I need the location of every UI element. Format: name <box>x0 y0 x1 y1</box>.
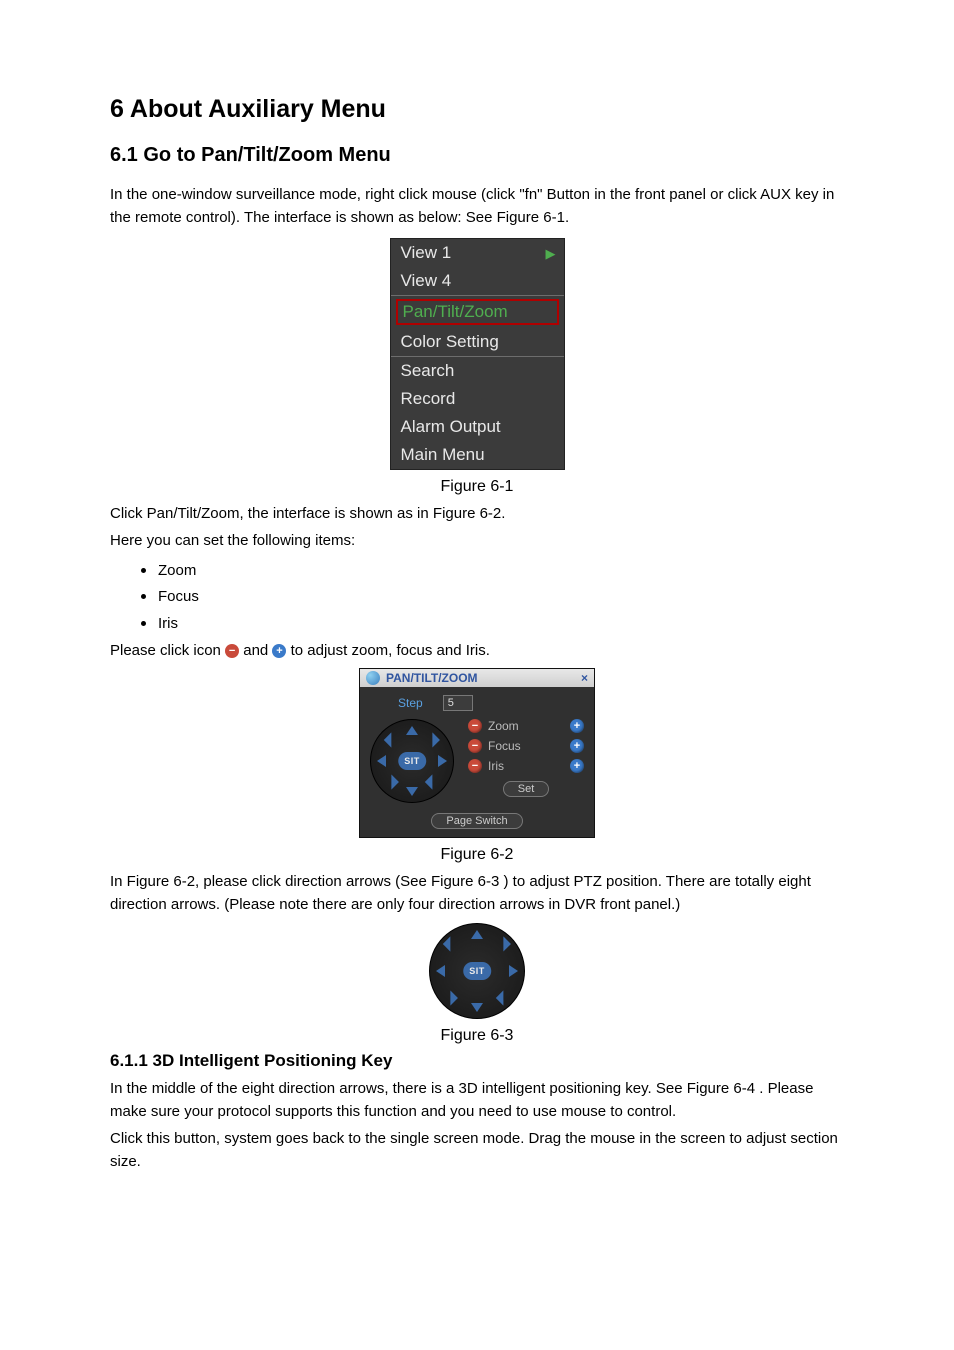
direction-pad-figure: ◤ ◥ ◣ ◢ SIT <box>429 923 525 1019</box>
ctx-label: View 4 <box>401 271 452 290</box>
list-item-zoom: Zoom <box>158 556 844 582</box>
heading-subsection: 6.1.1 3D Intelligent Positioning Key <box>110 1051 844 1071</box>
list-item-focus: Focus <box>158 582 844 608</box>
arrow-downright[interactable]: ◢ <box>425 774 443 792</box>
iris-plus-button[interactable]: + <box>570 759 584 773</box>
arrow-down[interactable] <box>471 1003 483 1012</box>
arrow-upleft[interactable]: ◤ <box>382 730 400 748</box>
ctx-divider <box>391 295 564 296</box>
figure-caption-1: Figure 6-1 <box>110 478 844 496</box>
paragraph-3d-key-2: Click this button, system goes back to t… <box>110 1127 844 1174</box>
iris-row: − Iris + <box>468 759 584 773</box>
text-fragment: and <box>243 642 272 659</box>
ctx-item-ptz[interactable]: Pan/Tilt/Zoom <box>396 299 559 325</box>
iris-minus-button[interactable]: − <box>468 759 482 773</box>
minus-icon: − <box>225 644 239 658</box>
ctx-label: Record <box>401 389 456 408</box>
submenu-arrow-icon: ▶ <box>546 246 556 262</box>
step-input[interactable]: 5 <box>443 695 473 711</box>
ptz-panel: PAN/TILT/ZOOM × Step 5 ◤ ◥ ◣ ◢ SIT <box>359 668 595 838</box>
ctx-item-alarm[interactable]: Alarm Output <box>391 413 564 441</box>
arrow-left[interactable] <box>377 755 386 767</box>
ctx-item-mainmenu[interactable]: Main Menu <box>391 441 564 469</box>
focus-minus-button[interactable]: − <box>468 739 482 753</box>
zoom-minus-button[interactable]: − <box>468 719 482 733</box>
ctx-label: Pan/Tilt/Zoom <box>403 302 508 321</box>
set-button[interactable]: Set <box>503 781 550 797</box>
arrow-left[interactable] <box>436 965 445 977</box>
globe-icon <box>366 671 380 685</box>
context-menu: View 1 ▶ View 4 Pan/Tilt/Zoom Color Sett… <box>390 238 565 470</box>
paragraph-set-items: Here you can set the following items: <box>110 529 844 552</box>
focus-row: − Focus + <box>468 739 584 753</box>
arrow-downright[interactable]: ◢ <box>496 990 514 1008</box>
ctx-label: Color Setting <box>401 332 499 351</box>
ctx-label: Main Menu <box>401 445 485 464</box>
figure-caption-3: Figure 6-3 <box>110 1027 844 1045</box>
arrow-right[interactable] <box>509 965 518 977</box>
ctx-item-view4[interactable]: View 4 <box>391 267 564 295</box>
paragraph-3d-key-1: In the middle of the eight direction arr… <box>110 1077 844 1124</box>
ctx-label: View 1 <box>401 243 452 262</box>
ctx-item-view1[interactable]: View 1 ▶ <box>391 239 564 267</box>
direction-pad: ◤ ◥ ◣ ◢ SIT <box>370 719 454 803</box>
sit-button[interactable]: SIT <box>463 962 491 980</box>
paragraph-direction-arrows: In Figure 6-2, please click direction ar… <box>110 870 844 917</box>
step-label: Step <box>398 696 423 710</box>
ctx-label: Search <box>401 361 455 380</box>
arrow-upright[interactable]: ◥ <box>496 934 514 952</box>
ptz-titlebar: PAN/TILT/ZOOM × <box>360 669 594 687</box>
ctx-label: Alarm Output <box>401 417 501 436</box>
ctx-item-record[interactable]: Record <box>391 385 564 413</box>
paragraph-intro: In the one-window surveillance mode, rig… <box>110 183 844 230</box>
plus-icon: + <box>272 644 286 658</box>
text-fragment: Please click icon <box>110 642 225 659</box>
heading-section: 6.1 Go to Pan/Tilt/Zoom Menu <box>110 144 844 167</box>
page-switch-button[interactable]: Page Switch <box>431 813 522 829</box>
arrow-right[interactable] <box>438 755 447 767</box>
sit-button[interactable]: SIT <box>398 752 426 770</box>
zoom-label: Zoom <box>488 719 564 733</box>
arrow-downleft[interactable]: ◣ <box>382 774 400 792</box>
arrow-upleft[interactable]: ◤ <box>441 934 459 952</box>
heading-chapter: 6 About Auxiliary Menu <box>110 95 844 124</box>
ctx-item-search[interactable]: Search <box>391 357 564 385</box>
ptz-title-text: PAN/TILT/ZOOM <box>386 671 478 685</box>
focus-plus-button[interactable]: + <box>570 739 584 753</box>
arrow-up[interactable] <box>471 930 483 939</box>
arrow-up[interactable] <box>406 726 418 735</box>
list-item-iris: Iris <box>158 609 844 635</box>
item-list: Zoom Focus Iris <box>110 556 844 635</box>
focus-label: Focus <box>488 739 564 753</box>
arrow-down[interactable] <box>406 787 418 796</box>
close-icon[interactable]: × <box>581 671 588 685</box>
zoom-row: − Zoom + <box>468 719 584 733</box>
ctx-item-color[interactable]: Color Setting <box>391 328 564 356</box>
figure-caption-2: Figure 6-2 <box>110 846 844 864</box>
paragraph-click-ptz: Click Pan/Tilt/Zoom, the interface is sh… <box>110 502 844 525</box>
zoom-plus-button[interactable]: + <box>570 719 584 733</box>
arrow-upright[interactable]: ◥ <box>425 730 443 748</box>
iris-label: Iris <box>488 759 564 773</box>
paragraph-adjust-icons: Please click icon − and + to adjust zoom… <box>110 639 844 662</box>
text-fragment: to adjust zoom, focus and Iris. <box>291 642 490 659</box>
arrow-downleft[interactable]: ◣ <box>441 990 459 1008</box>
